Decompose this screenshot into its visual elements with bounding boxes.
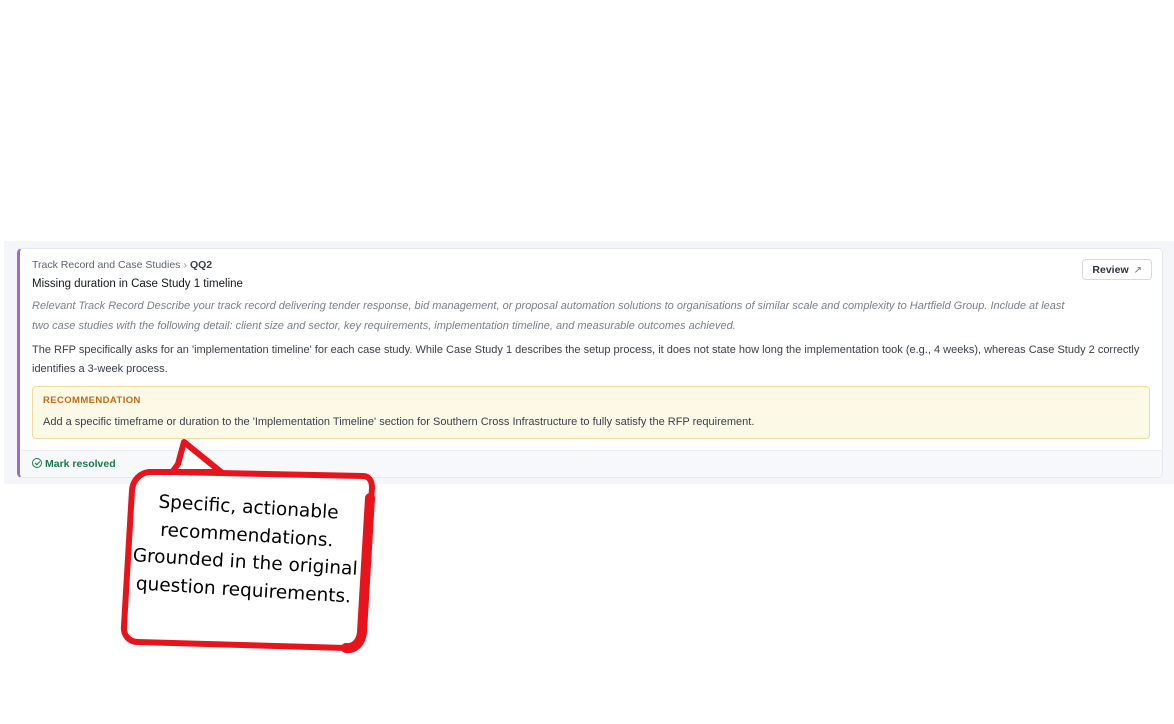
mark-resolved-label: Mark resolved <box>45 458 116 470</box>
arrow-up-right-icon: ↗ <box>1133 265 1142 276</box>
review-button[interactable]: Review ↗ <box>1082 259 1152 280</box>
mark-resolved-button[interactable]: Mark resolved <box>32 457 116 471</box>
breadcrumb-separator: › <box>183 259 187 271</box>
finding-description: The RFP specifically asks for an 'implem… <box>32 344 1140 375</box>
breadcrumb-section[interactable]: Track Record and Case Studies <box>32 259 180 271</box>
review-button-label: Review <box>1092 264 1129 276</box>
recommendation-text: Add a specific timeframe or duration to … <box>43 416 755 428</box>
finding-card-body: Track Record and Case Studies › QQ2 Missin… <box>32 258 1152 378</box>
breadcrumb-question-code[interactable]: QQ2 <box>190 259 212 271</box>
callout-text: Specific, actionable recommendations. Gr… <box>132 491 359 607</box>
question-text: Relevant Track Record Describe your trac… <box>32 300 1065 332</box>
finding-title: Missing duration in Case Study 1 timelin… <box>32 278 243 290</box>
page: Track Record and Case Studies › QQ2 Missin… <box>0 0 1174 724</box>
recommendation-box: RECOMMENDATION Add a specific timeframe … <box>32 386 1150 439</box>
recommendation-label: RECOMMENDATION <box>43 395 141 406</box>
breadcrumb: Track Record and Case Studies › QQ2 <box>32 258 1152 272</box>
check-circle-icon <box>32 458 42 468</box>
annotation-callout: Specific, actionable recommendations. Gr… <box>118 436 378 656</box>
